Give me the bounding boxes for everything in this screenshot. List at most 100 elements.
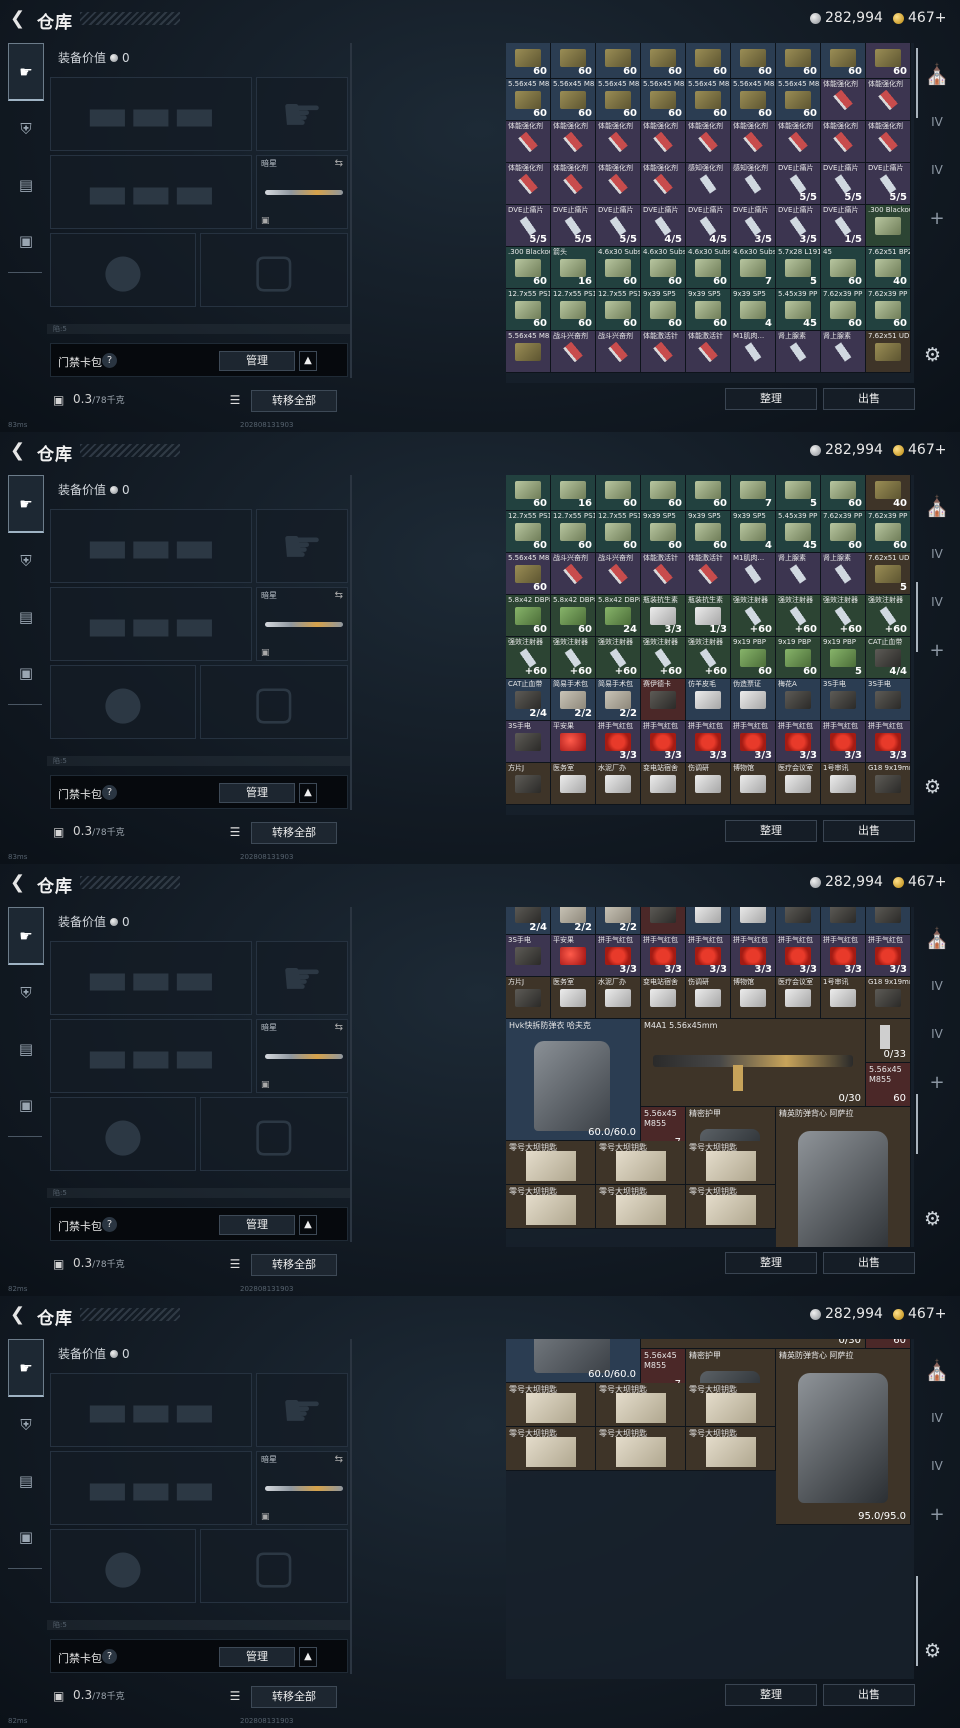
tab-weapons[interactable]: ☛ bbox=[8, 907, 44, 965]
stash-item[interactable]: 赛伊德卡 bbox=[641, 679, 686, 721]
stash-item[interactable]: 战斗兴奋剂 bbox=[551, 553, 596, 595]
stash-item[interactable]: DVE止痛片 5/5 bbox=[551, 205, 596, 247]
tab-vest[interactable]: ▤ bbox=[8, 157, 44, 213]
stash-item[interactable]: 4.6x30 Subsonic 60 bbox=[686, 247, 731, 289]
stash-item[interactable]: DVE止痛片 5/5 bbox=[596, 205, 641, 247]
document-item[interactable]: 零号大坝钥匙 bbox=[506, 1383, 596, 1427]
stash-item[interactable]: 12.7x55 PS12A 60 bbox=[506, 511, 551, 553]
equipment-scrollbar[interactable] bbox=[350, 475, 352, 810]
manage-button[interactable]: 管理 bbox=[219, 783, 295, 803]
container-tab[interactable]: IV bbox=[922, 1442, 952, 1490]
add-icon[interactable]: + bbox=[922, 1058, 952, 1106]
stash-item[interactable]: DVE止痛片 5/5 bbox=[506, 205, 551, 247]
stash-item[interactable]: 强效注射器 +60 bbox=[731, 595, 776, 637]
stash-item[interactable]: 60 bbox=[686, 475, 731, 511]
stash-item[interactable]: 60 bbox=[641, 43, 686, 79]
stash-item[interactable]: 体能强化剂 bbox=[866, 121, 911, 163]
stash-item[interactable]: DVE止痛片 5/5 bbox=[821, 163, 866, 205]
stash-item[interactable]: 60 bbox=[686, 43, 731, 79]
stash-item[interactable]: 伤调研 bbox=[686, 977, 731, 1019]
helmet-slot[interactable]: ● bbox=[50, 233, 196, 307]
sort-button[interactable]: 整理 bbox=[725, 388, 817, 410]
stash-icon[interactable]: ⛪ bbox=[922, 482, 952, 530]
gold-currency[interactable]: 467+ bbox=[893, 874, 946, 890]
stash-item[interactable]: 变电站宿舍 bbox=[641, 763, 686, 805]
stash-item[interactable]: 5.56x45 M855 bbox=[506, 331, 551, 373]
stash-item[interactable]: 强效注射器 +60 bbox=[506, 637, 551, 679]
stash-item[interactable]: 7.62x51 BPZ 40 bbox=[866, 247, 911, 289]
stash-item[interactable]: 60 bbox=[596, 43, 641, 79]
stash-item[interactable]: 16 bbox=[551, 475, 596, 511]
stash-item[interactable]: 箭头 16 bbox=[551, 247, 596, 289]
stash-item[interactable]: 医疗会议室 bbox=[776, 977, 821, 1019]
document-item[interactable]: 零号大坝钥匙 bbox=[506, 1427, 596, 1471]
back-arrow-icon[interactable]: ❮ bbox=[10, 9, 30, 29]
stash-item[interactable]: 伪造票证 bbox=[731, 679, 776, 721]
container-tab[interactable]: IV bbox=[922, 1394, 952, 1442]
stash-item[interactable]: 肾上腺素 bbox=[821, 553, 866, 595]
primary-weapon-slot[interactable]: ▬▬▬ bbox=[50, 941, 252, 1015]
stash-item[interactable]: DVE止痛片 4/5 bbox=[641, 205, 686, 247]
stash-scrollbar[interactable] bbox=[916, 48, 918, 118]
tab-backpack[interactable]: ▣ bbox=[8, 213, 44, 269]
stash-item[interactable] bbox=[821, 907, 866, 935]
stash-item[interactable]: .300 Blackout V-Max bbox=[866, 205, 911, 247]
chevron-up-icon[interactable]: ▲ bbox=[299, 783, 317, 803]
secondary-weapon-slot[interactable]: ▬▬▬ bbox=[50, 587, 252, 661]
stash-item[interactable]: CAT止血带 4/4 bbox=[866, 637, 911, 679]
stash-item[interactable]: 体能激活针 bbox=[686, 553, 731, 595]
stash-item[interactable]: 40 bbox=[866, 475, 911, 511]
add-icon[interactable]: + bbox=[922, 1490, 952, 1538]
stash-item[interactable]: 7.62x39 PP 60 bbox=[866, 511, 911, 553]
melee-slot[interactable]: 暗星 ⇆ ▣ bbox=[256, 587, 348, 661]
stash-item[interactable]: 12.7x55 PS12A 60 bbox=[506, 289, 551, 331]
armor-slot[interactable]: ▢ bbox=[200, 1097, 348, 1171]
pistol-slot[interactable]: ☛ bbox=[256, 1373, 348, 1447]
rifle-item[interactable]: M4A1 5.56x45mm0/30 bbox=[641, 1339, 866, 1349]
stash-item[interactable]: 拼手气红包 3/3 bbox=[866, 935, 911, 977]
stash-item[interactable]: 感知强化剂 bbox=[731, 163, 776, 205]
stash-item[interactable]: 3S手电 bbox=[506, 721, 551, 763]
manage-button[interactable]: 管理 bbox=[219, 1647, 295, 1667]
stash-item[interactable]: DVE止痛片 4/5 bbox=[686, 205, 731, 247]
tab-weapons[interactable]: ☛ bbox=[8, 43, 44, 101]
stash-item[interactable]: DVE止痛片 5/5 bbox=[866, 163, 911, 205]
swap-icon[interactable]: ⇆ bbox=[335, 158, 343, 169]
document-item[interactable]: 零号大坝钥匙 bbox=[686, 1141, 776, 1185]
transfer-all-button[interactable]: 转移全部 bbox=[251, 1686, 337, 1708]
stash-item[interactable]: 45 60 bbox=[821, 247, 866, 289]
stash-icon[interactable]: ⛪ bbox=[922, 1346, 952, 1394]
gold-currency[interactable]: 467+ bbox=[893, 10, 946, 26]
document-item[interactable]: 零号大坝钥匙 bbox=[596, 1141, 686, 1185]
stash-item[interactable]: 12.7x55 PS12A 60 bbox=[596, 289, 641, 331]
stash-item[interactable]: 9x39 SP5 60 bbox=[686, 289, 731, 331]
stash-item[interactable] bbox=[776, 907, 821, 935]
stash-item[interactable]: 60 bbox=[551, 43, 596, 79]
stash-item[interactable]: 体能激活针 bbox=[641, 331, 686, 373]
help-icon[interactable]: ? bbox=[102, 1649, 117, 1664]
stash-item[interactable]: 4.6x30 Subsonic 60 bbox=[641, 247, 686, 289]
document-item[interactable]: 零号大坝钥匙 bbox=[686, 1383, 776, 1427]
stash-item[interactable]: 5.56x45 M855 60 bbox=[506, 553, 551, 595]
stash-item[interactable]: 5.56x45 M855A1 60 bbox=[731, 79, 776, 121]
stash-item[interactable]: 12.7x55 PS12A 60 bbox=[596, 511, 641, 553]
stash-item[interactable]: 强效注射器 +60 bbox=[686, 637, 731, 679]
stash-item[interactable]: 肾上腺素 bbox=[776, 553, 821, 595]
stash-item[interactable]: M1肌肉... bbox=[731, 553, 776, 595]
stash-item[interactable]: 水泥厂办 bbox=[596, 763, 641, 805]
stash-item[interactable]: 2/2 bbox=[596, 907, 641, 935]
stash-item[interactable]: 体能强化剂 bbox=[686, 121, 731, 163]
pistol-slot[interactable]: ☛ bbox=[256, 77, 348, 151]
stash-scrollbar[interactable] bbox=[916, 1094, 918, 1154]
stash-item[interactable]: 4.6x30 Subsonic 7 bbox=[731, 247, 776, 289]
tab-armor[interactable]: ⛨ bbox=[8, 965, 44, 1021]
stash-item[interactable]: 强效注射器 +60 bbox=[866, 595, 911, 637]
stash-item[interactable]: 5.56x45 M855A1 60 bbox=[551, 79, 596, 121]
sell-button[interactable]: 出售 bbox=[823, 1684, 915, 1706]
stash-item[interactable]: 博物馆 bbox=[731, 977, 776, 1019]
transfer-all-button[interactable]: 转移全部 bbox=[251, 390, 337, 412]
stash-item[interactable]: 7.62x39 PP 60 bbox=[821, 511, 866, 553]
stash-item[interactable]: 简易手术包 2/2 bbox=[551, 679, 596, 721]
stash-item[interactable]: 拼手气红包 3/3 bbox=[596, 721, 641, 763]
heavy-vest-item[interactable]: 精英防弹背心 阿萨拉 95.0/95.0 bbox=[776, 1349, 911, 1525]
